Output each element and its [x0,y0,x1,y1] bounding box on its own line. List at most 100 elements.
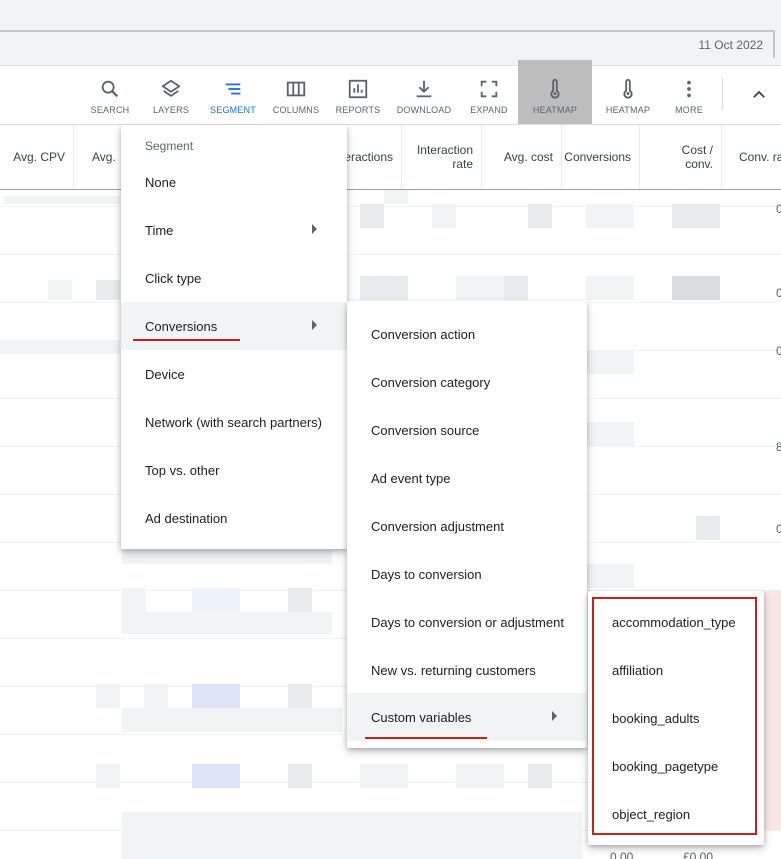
conv-item-adjustment[interactable]: Conversion adjustment [347,502,587,550]
blurred-cell [122,612,332,634]
col-avg-cost[interactable]: Avg. cost [482,125,562,189]
conv-item-category[interactable]: Conversion category [347,358,587,406]
blurred-cell [360,764,408,788]
heatmap-button[interactable]: HEATMAP [595,66,661,124]
edge-fragment: 0 [776,202,781,216]
reports-button[interactable]: REPORTS [325,66,391,124]
conv-item-label: Custom variables [371,709,472,725]
search-button[interactable]: SEARCH [77,66,143,124]
blurred-cell [288,588,312,612]
conv-item-action[interactable]: Conversion action [347,310,587,358]
blurred-cell [122,588,146,612]
segment-menu-title: Segment [145,139,194,153]
col-cost-per-conv[interactable]: Cost / conv. [640,125,722,189]
segment-item-label: None [145,174,177,190]
conv-item-label: Conversion category [371,374,491,390]
segment-item-label: Click type [145,270,202,286]
submenu-arrow-icon [552,711,557,721]
col-avg[interactable]: Avg. [74,125,122,189]
blurred-cell [122,832,582,859]
row-divider [0,206,781,207]
annotation-underline-conversions [133,339,240,341]
heatmap-active-button[interactable]: HEATMAP [518,60,592,124]
blurred-cell [586,564,634,588]
heatmap-active-label: HEATMAP [532,105,578,115]
segment-item-click-type[interactable]: Click type [121,254,347,302]
segment-item-label: Time [145,222,174,238]
heatmap-label: HEATMAP [605,105,651,115]
conv-item-new-vs-returning[interactable]: New vs. returning customers [347,646,587,694]
footer-conversions: 0.00 [610,850,634,859]
blurred-cell [48,280,72,300]
segment-item-network[interactable]: Network (with search partners) [121,398,347,446]
col-avg-cpv[interactable]: Avg. CPV [0,125,74,189]
columns-button[interactable]: COLUMNS [263,66,329,124]
reports-label: REPORTS [335,105,381,115]
blurred-cell [504,276,528,300]
segment-item-top-vs-other[interactable]: Top vs. other [121,446,347,494]
blurred-cell [528,204,552,228]
segment-item-conversions[interactable]: Conversions [121,302,347,350]
chevron-up-icon [753,90,765,98]
blurred-cell [192,684,240,708]
blurred-cell [288,684,312,708]
download-icon [416,80,432,98]
submenu-arrow-icon [312,224,317,234]
blurred-cell [360,276,408,300]
blurred-cell [456,276,504,300]
more-vert-icon [687,80,691,98]
blurred-cell [586,276,634,300]
conv-item-ad-event-type[interactable]: Ad event type [347,454,587,502]
blurred-cell [432,204,456,228]
table-header: Avg. CPV Avg. eractions Interaction rate… [0,124,781,190]
segment-label: SEGMENT [210,105,256,115]
segment-item-time[interactable]: Time [121,206,347,254]
edge-fragment: 0 [776,522,781,536]
segment-item-label: Ad destination [145,510,228,526]
footer-cost-per-conv: £0.00 [683,850,714,859]
conv-item-days-to-conversion-or-adjustment[interactable]: Days to conversion or adjustment [347,598,587,646]
conv-item-source[interactable]: Conversion source [347,406,587,454]
segment-button[interactable]: SEGMENT [200,66,266,124]
blurred-cell [586,350,634,374]
edge-fragment: 8 [776,440,781,454]
blurred-cell [122,812,582,832]
blurred-cell [586,204,634,228]
segment-menu: Segment None Time Click type Conversions… [121,125,347,549]
col-interaction-rate[interactable]: Interaction rate [402,125,482,189]
submenu-arrow-icon [312,320,317,330]
blurred-cell [586,422,634,446]
segment-item-ad-destination[interactable]: Ad destination [121,494,347,542]
segment-item-label: Device [145,366,185,382]
toolbar-divider [722,78,723,110]
blurred-cell [96,280,120,300]
conv-item-label: Conversion source [371,422,480,438]
conv-item-label: Days to conversion [371,566,482,582]
conv-item-days-to-conversion[interactable]: Days to conversion [347,550,587,598]
search-label: SEARCH [90,105,130,115]
col-conv-rate[interactable]: Conv. ra [722,125,781,189]
expand-button[interactable]: EXPAND [456,66,522,124]
segment-item-none[interactable]: None [121,158,347,206]
blurred-cell [696,516,720,540]
conv-item-label: Conversion action [371,326,476,342]
conv-item-label: New vs. returning customers [371,662,536,678]
blurred-cell [4,196,120,204]
date-range-box[interactable]: 11 Oct 2022 [0,30,775,58]
thermometer-icon [623,78,633,99]
more-button[interactable]: MORE [656,66,722,124]
download-label: DOWNLOAD [396,105,452,115]
download-button[interactable]: DOWNLOAD [391,66,457,124]
search-icon [101,80,119,98]
more-label: MORE [675,105,703,115]
blurred-cell [384,190,408,204]
layers-button[interactable]: LAYERS [138,66,204,124]
blurred-cell [288,764,312,788]
blurred-cell [528,764,552,788]
conv-item-custom-variables[interactable]: Custom variables [347,693,587,741]
collapse-button[interactable] [742,82,776,108]
segment-item-device[interactable]: Device [121,350,347,398]
conversions-submenu: Conversion action Conversion category Co… [347,301,587,748]
col-conversions[interactable]: Conversions [562,125,640,189]
blurred-cell [456,764,504,788]
